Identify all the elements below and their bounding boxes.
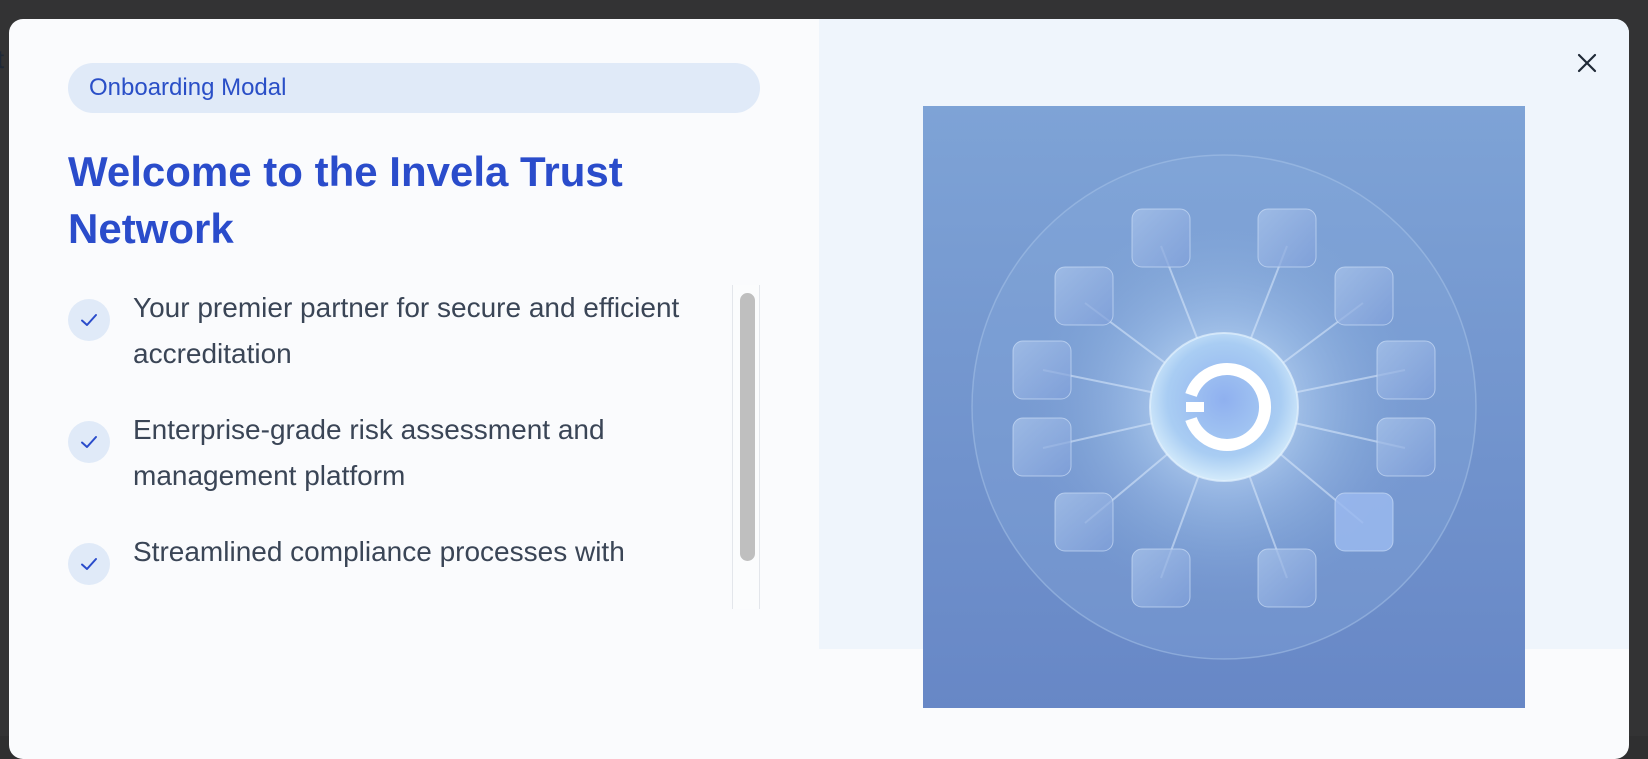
node-tile — [1131, 548, 1191, 608]
feature-text: Streamlined compliance processes with — [133, 536, 625, 567]
feature-item: Enterprise-grade risk assessment and man… — [68, 407, 708, 499]
check-icon — [68, 421, 110, 463]
scrollbar-thumb[interactable] — [740, 293, 755, 561]
modal-title: Welcome to the Invela Trust Network — [68, 148, 623, 252]
check-icon — [68, 543, 110, 585]
node-tile — [1131, 208, 1191, 268]
check-icon — [68, 299, 110, 341]
node-tile — [1054, 266, 1114, 326]
onboarding-modal: Onboarding Modal Welcome to the Invela T… — [9, 19, 1629, 759]
feature-list[interactable]: Your premier partner for secure and effi… — [68, 285, 728, 605]
hub-circle — [1149, 332, 1299, 482]
background-text: t — [0, 44, 5, 74]
node-tile — [1376, 417, 1436, 477]
node-tile — [1257, 208, 1317, 268]
node-tile — [1334, 492, 1394, 552]
node-tile — [1054, 492, 1114, 552]
node-tile — [1012, 417, 1072, 477]
feature-item: Your premier partner for secure and effi… — [68, 285, 708, 377]
node-tile — [1012, 340, 1072, 400]
modal-badge-label: Onboarding Modal — [89, 74, 287, 101]
modal-badge: Onboarding Modal — [68, 63, 760, 113]
feature-item: Streamlined compliance processes with — [68, 529, 708, 585]
node-tile — [1257, 548, 1317, 608]
close-icon[interactable] — [1576, 52, 1598, 74]
node-tile — [1334, 266, 1394, 326]
network-hub-illustration — [923, 106, 1525, 708]
close-button[interactable] — [1571, 47, 1603, 79]
feature-text: Your premier partner for secure and effi… — [133, 292, 680, 369]
feature-text: Enterprise-grade risk assessment and man… — [133, 414, 605, 491]
node-tile — [1376, 340, 1436, 400]
